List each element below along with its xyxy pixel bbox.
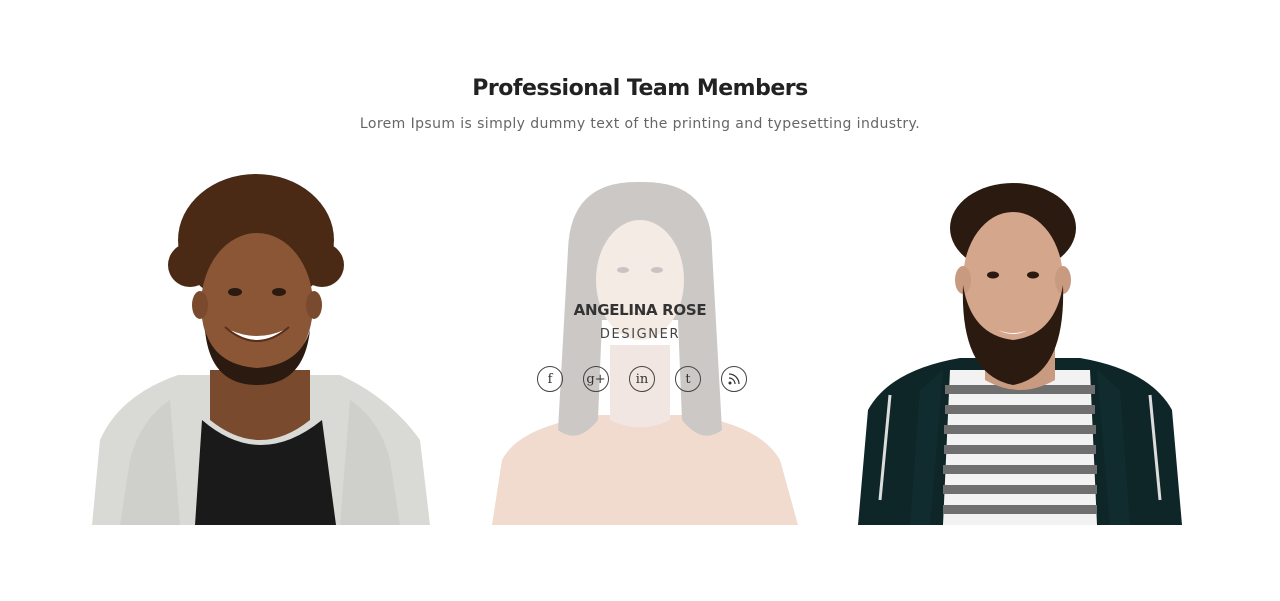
rss-icon[interactable] xyxy=(721,366,747,392)
tumblr-icon[interactable]: t xyxy=(675,366,701,392)
team-member-name: ANGELINA ROSE xyxy=(573,301,707,319)
section-subtitle: Lorem Ipsum is simply dummy text of the … xyxy=(359,116,921,132)
facebook-icon[interactable]: f xyxy=(537,366,563,392)
social-links: f g+ in t xyxy=(440,366,840,392)
team-member-photo xyxy=(858,183,1182,525)
striped-shirt xyxy=(943,370,1097,525)
section-title: Professional Team Members xyxy=(472,76,808,101)
team-member-card[interactable] xyxy=(60,170,460,525)
team-member-role: DESIGNER xyxy=(599,327,681,342)
google-plus-icon[interactable]: g+ xyxy=(583,366,609,392)
team-member-overlay: ANGELINA ROSE DESIGNER f g+ in t xyxy=(440,170,840,525)
linkedin-icon[interactable]: in xyxy=(629,366,655,392)
team-member-photo xyxy=(92,174,430,525)
team-member-card[interactable] xyxy=(820,170,1220,525)
team-member-card-active[interactable]: ANGELINA ROSE DESIGNER f g+ in t xyxy=(440,170,840,525)
